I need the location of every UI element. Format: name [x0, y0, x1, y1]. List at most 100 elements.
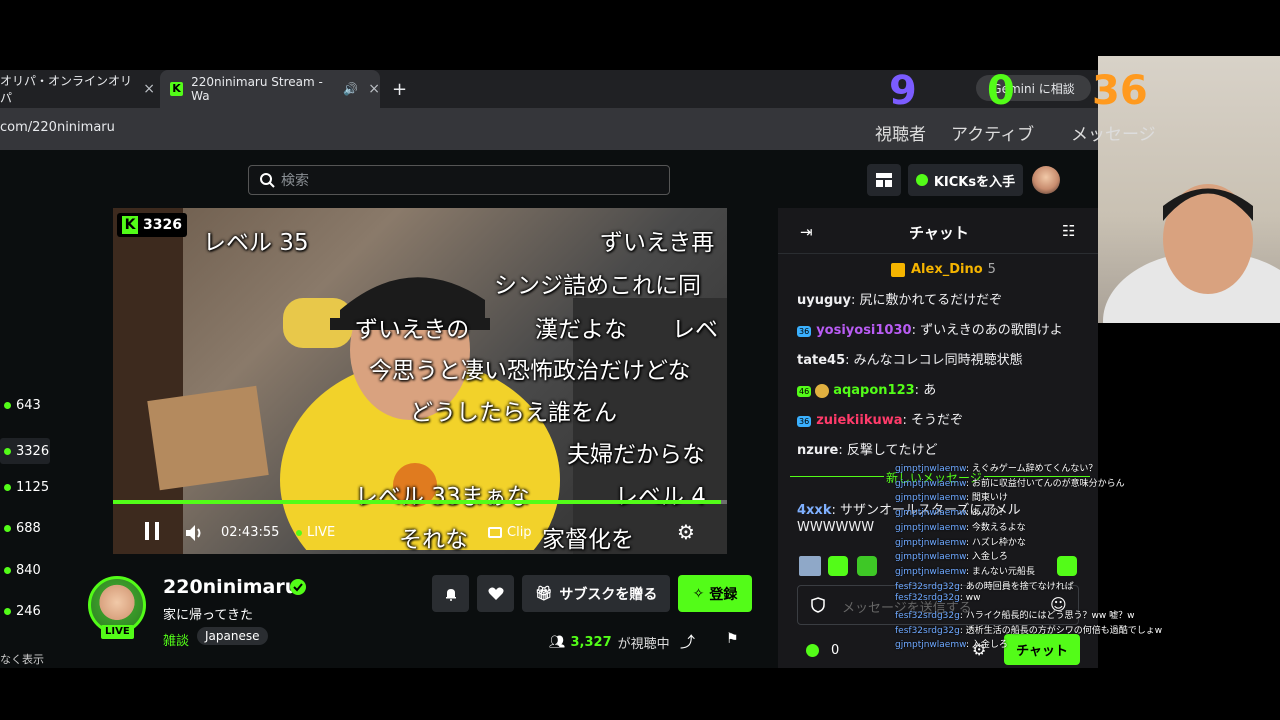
- viewers-stat-value: 9: [889, 68, 917, 114]
- avatar-badge-icon: [815, 383, 830, 398]
- category-link[interactable]: 雑談: [163, 630, 189, 649]
- emote-kick[interactable]: [828, 556, 848, 576]
- subscriber-badge-icon: 36: [797, 416, 812, 427]
- sidebar-item-count-active[interactable]: 3326: [0, 438, 50, 464]
- chat-text: そうだぞ: [911, 413, 964, 428]
- chat-username[interactable]: 4xxk: [797, 503, 831, 518]
- overlay-comment-text: : 今数えるよな: [965, 522, 1026, 533]
- live-dot-icon: [4, 525, 11, 532]
- user-avatar[interactable]: [1032, 166, 1060, 194]
- elapsed-time: 02:43:55: [221, 525, 280, 540]
- report-flag-icon[interactable]: ⚑: [726, 631, 739, 647]
- people-icon: 👥︎: [549, 635, 566, 650]
- sidebar-item-count[interactable]: 688: [4, 521, 41, 536]
- overlay-comment: gjmptjnwlaemw: あんの？: [895, 505, 1008, 518]
- volume-icon[interactable]: [184, 523, 206, 543]
- search-input[interactable]: 検索: [248, 165, 670, 195]
- show-less-link[interactable]: なく表示: [0, 651, 44, 667]
- chat-username[interactable]: yosiyosi1030: [816, 323, 911, 338]
- kicks-balance[interactable]: 0: [806, 643, 839, 658]
- layout-icon: [876, 173, 892, 187]
- stream-title: 家に帰ってきた: [163, 608, 253, 623]
- live-indicator[interactable]: LIVE: [296, 525, 335, 540]
- danmaku-comment: 家督化を: [542, 527, 634, 553]
- sidebar-item-count[interactable]: 643: [4, 398, 41, 413]
- gift-sub-button[interactable]: 🎁︎ サブスクを贈る: [522, 575, 670, 612]
- overlay-comment-user: gjmptjnwlaemw: [895, 552, 966, 563]
- pause-button[interactable]: [145, 522, 159, 542]
- layout-button[interactable]: [867, 164, 901, 196]
- video-viewer-badge: K 3326: [117, 213, 187, 237]
- kicks-icon: [915, 174, 928, 186]
- send-chat-button[interactable]: チャット: [1004, 634, 1080, 665]
- speaker-icon[interactable]: 🔊: [343, 82, 358, 96]
- emote-avatar[interactable]: [799, 556, 821, 576]
- sidebar-item-count[interactable]: 840: [4, 563, 41, 578]
- live-dot-icon: [4, 567, 11, 574]
- danmaku-comment: レベル 33まぁな: [355, 484, 530, 510]
- overlay-comment: fesf32srdg32g: 透析生活の船長の方がシワの何倍も過酷でしょw: [895, 623, 1162, 636]
- danmaku-comment: レベル 4: [615, 484, 706, 510]
- chat-message: nzure: 反撃してたけど: [797, 443, 938, 458]
- follow-button[interactable]: ✧ 登録: [678, 575, 752, 612]
- messages-stat-value: 36: [1092, 68, 1148, 114]
- messages-stat-label: メッセージ: [1071, 125, 1156, 145]
- chat-username[interactable]: zuiekiikuwa: [816, 413, 902, 428]
- kick-logo-icon: K: [122, 216, 138, 234]
- chat-text: WWWWWW: [797, 520, 875, 535]
- favorite-button[interactable]: [477, 575, 514, 612]
- overlay-comment-text: : ww: [959, 593, 981, 604]
- seek-bar[interactable]: [113, 500, 727, 504]
- close-icon[interactable]: ×: [368, 81, 380, 97]
- heart-icon: [487, 587, 504, 600]
- overlay-comment: gjmptjnwlaemw: ハズレ枠かな: [895, 535, 1026, 548]
- browser-tab-oripa[interactable]: オリパ・オンラインオリパ ×: [0, 70, 155, 108]
- overlay-comment: fesf32srdg32g: ハライク船長的にはどう思う？ww 嘘？w: [895, 608, 1135, 621]
- overlay-comment-user: fesf32srdg32g: [895, 611, 960, 621]
- emote-kick[interactable]: [1057, 556, 1077, 576]
- kick-favicon-icon: K: [170, 82, 184, 96]
- language-tag[interactable]: Japanese: [197, 627, 268, 645]
- danmaku-comment: ずいえきの: [355, 317, 470, 343]
- sidebar-item-count[interactable]: 1125: [4, 480, 49, 495]
- tab-title: オリパ・オンラインオリパ: [0, 74, 133, 105]
- chat-username[interactable]: nzure: [797, 443, 838, 458]
- new-tab-button[interactable]: +: [392, 70, 412, 108]
- chat-username[interactable]: uyuguy: [797, 293, 851, 308]
- live-badge: LIVE: [101, 625, 134, 639]
- overlay-comment-user: gjmptjnwlaemw: [895, 566, 966, 577]
- danmaku-comment: ずいえき再: [600, 230, 715, 256]
- overlay-comment-text: : あの時回員を捨てなければ: [959, 581, 1074, 592]
- chat-message: uyuguy: 尻に敷かれてるだけだぞ: [797, 293, 1003, 308]
- get-kicks-button[interactable]: KICKsを入手: [908, 164, 1023, 196]
- chat-username[interactable]: tate45: [797, 353, 845, 368]
- community-icon[interactable]: ☷: [1062, 222, 1075, 240]
- notification-button[interactable]: [432, 575, 469, 612]
- overlay-comment: gjmptjnwlaemw: 今数えるよな: [895, 520, 1026, 533]
- channel-name[interactable]: 220ninimaru: [163, 576, 298, 598]
- chat-message: 46 aqapon123: あ: [797, 383, 937, 398]
- get-kicks-label: KICKsを入手: [933, 174, 1016, 190]
- emote-kick[interactable]: [857, 556, 877, 576]
- address-bar[interactable]: [0, 108, 1098, 150]
- collapse-chat-icon[interactable]: ⇥: [800, 223, 813, 241]
- cardboard-box: [147, 385, 269, 491]
- bell-icon: [445, 588, 456, 601]
- pinned-gifter[interactable]: Alex_Dino 5: [891, 262, 996, 277]
- overlay-comment-text: : あんの？: [965, 508, 1008, 519]
- overlay-comment-user: gjmptjnwlaemw: [895, 640, 966, 651]
- share-icon[interactable]: ⤴: [680, 631, 695, 652]
- browser-tab-stream[interactable]: K 220ninimaru Stream - Wa 🔊 ×: [160, 70, 380, 108]
- settings-gear-icon[interactable]: ⚙: [677, 520, 695, 544]
- overlay-comment-user: gjmptjnwlaemw: [895, 493, 966, 504]
- close-icon[interactable]: ×: [143, 81, 155, 97]
- overlay-comment-user: gjmptjnwlaemw: [895, 537, 966, 548]
- chat-username[interactable]: aqapon123: [833, 383, 914, 398]
- url-text: com/220ninimaru: [0, 120, 115, 135]
- overlay-comment-text: : ハライク船長的にはどう思う？ww 嘘？w: [959, 611, 1135, 621]
- clip-button[interactable]: Clip: [488, 525, 532, 540]
- sidebar-item-count[interactable]: 246: [4, 604, 41, 619]
- verified-icon: [290, 579, 306, 595]
- overlay-comment-text: : 入金しろ: [965, 640, 1008, 651]
- viewer-count: 👥︎ 3,327 が視聴中: [549, 633, 670, 652]
